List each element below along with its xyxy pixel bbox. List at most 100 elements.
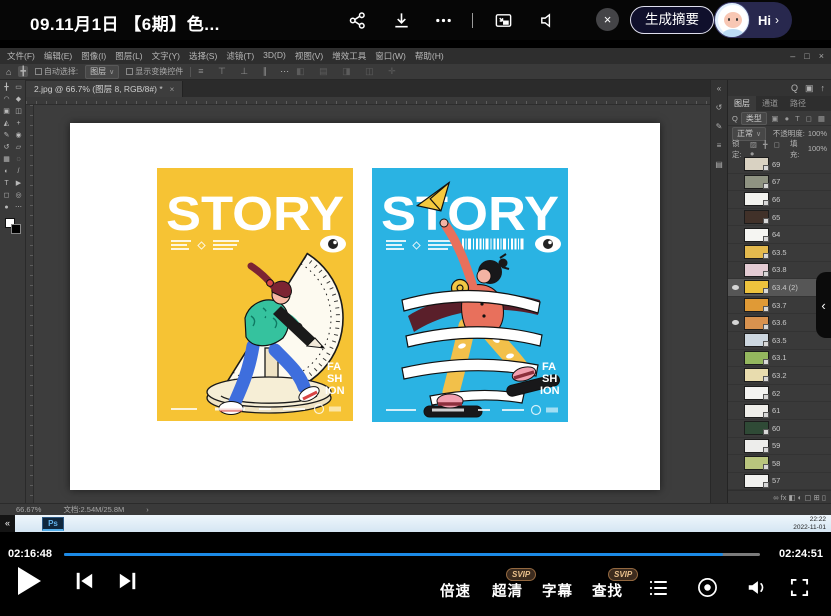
- taskbar-collapse-icon[interactable]: «: [0, 515, 15, 532]
- menu-item[interactable]: 窗口(W): [375, 50, 406, 62]
- quality-button[interactable]: 超清: [492, 580, 523, 601]
- menu-item[interactable]: 文件(F): [7, 50, 35, 62]
- filter-search-icon[interactable]: Q: [732, 114, 738, 123]
- eyedropper-tool-icon[interactable]: ◭: [1, 119, 12, 129]
- restore-icon[interactable]: □: [804, 48, 809, 64]
- fullscreen-icon[interactable]: [790, 578, 809, 597]
- visibility-toggle-icon[interactable]: [730, 176, 741, 187]
- menu-item[interactable]: 滤镜(T): [226, 50, 254, 62]
- share-panel-icon[interactable]: ↑: [821, 83, 826, 93]
- history-panel-icon[interactable]: ↺: [716, 103, 723, 112]
- auto-select-target-dropdown[interactable]: 图层∨: [85, 65, 119, 79]
- menu-item[interactable]: 帮助(H): [415, 50, 444, 62]
- layer-row[interactable]: 60: [728, 420, 831, 438]
- filter-kind-icons[interactable]: ▣ ● T ◻ ▦: [771, 114, 827, 123]
- auto-select-checkbox[interactable]: 自动选择:: [35, 66, 78, 77]
- menu-item[interactable]: 图层(L): [115, 50, 142, 62]
- layer-row[interactable]: 66: [728, 191, 831, 209]
- status-caret-icon[interactable]: ›: [146, 505, 149, 514]
- layer-row[interactable]: 69: [728, 156, 831, 174]
- hand-tool-icon[interactable]: ◎: [13, 191, 24, 201]
- blur-tool-icon[interactable]: ◌: [13, 155, 24, 165]
- menu-item[interactable]: 图像(I): [81, 50, 106, 62]
- type-tool-icon[interactable]: T: [1, 179, 12, 189]
- workspace-icon[interactable]: ▣: [805, 83, 814, 94]
- play-button[interactable]: [16, 566, 42, 596]
- layer-row[interactable]: 63.5: [728, 244, 831, 262]
- layer-row[interactable]: 57: [728, 473, 831, 490]
- picture-in-picture-icon[interactable]: [494, 11, 513, 30]
- more-align-icon[interactable]: ⋯: [280, 66, 289, 77]
- playlist-icon[interactable]: [648, 578, 668, 598]
- menu-item[interactable]: 选择(S): [189, 50, 217, 62]
- pen-tool-icon[interactable]: /: [13, 167, 24, 177]
- libraries-panel-icon[interactable]: ▤: [715, 160, 723, 169]
- visibility-toggle-icon[interactable]: [730, 247, 741, 258]
- side-panel-toggle[interactable]: ‹: [816, 272, 831, 338]
- visibility-toggle-icon[interactable]: [730, 458, 741, 469]
- mute-icon[interactable]: [538, 11, 557, 30]
- color-swatches[interactable]: [5, 218, 21, 234]
- close-icon[interactable]: ×: [819, 48, 824, 64]
- tab-paths[interactable]: 路径: [784, 96, 812, 111]
- visibility-toggle-icon[interactable]: [730, 300, 741, 311]
- shape-tool-icon[interactable]: ◻: [1, 191, 12, 201]
- opacity-value[interactable]: 100%: [808, 129, 827, 138]
- search-icon[interactable]: Q: [791, 83, 798, 93]
- share-icon[interactable]: [348, 11, 367, 30]
- layer-row[interactable]: 64: [728, 226, 831, 244]
- history-brush-tool-icon[interactable]: ↺: [1, 143, 12, 153]
- visibility-toggle-icon[interactable]: [730, 194, 741, 205]
- layer-row[interactable]: 63.5: [728, 332, 831, 350]
- visibility-toggle-icon[interactable]: [730, 440, 741, 451]
- volume-icon[interactable]: [746, 577, 768, 598]
- crop-tool-icon[interactable]: ▣: [1, 107, 12, 117]
- layer-row[interactable]: 61: [728, 402, 831, 420]
- properties-panel-icon[interactable]: ✎: [716, 122, 723, 131]
- speed-button[interactable]: 倍速: [440, 580, 471, 601]
- layer-row[interactable]: 59: [728, 438, 831, 456]
- previous-button[interactable]: [74, 571, 94, 591]
- menu-item[interactable]: 3D(D): [263, 50, 286, 62]
- visibility-toggle-icon[interactable]: [730, 264, 741, 275]
- layers-footer-icons[interactable]: ∞ fx ◧ ◐ ▢ ⊞ ▯: [773, 493, 826, 502]
- menu-item[interactable]: 文字(Y): [152, 50, 180, 62]
- generate-summary-button[interactable]: 生成摘要: [630, 6, 714, 34]
- clone-stamp-tool-icon[interactable]: ◉: [13, 131, 24, 141]
- zoom-level[interactable]: 66.67%: [16, 505, 41, 514]
- layer-row[interactable]: 65: [728, 209, 831, 227]
- progress-bar[interactable]: [64, 553, 760, 556]
- visibility-toggle-icon[interactable]: [730, 335, 741, 346]
- lock-icons[interactable]: ▨ ╋ ◻ ●: [750, 140, 787, 158]
- eraser-tool-icon[interactable]: ▱: [13, 143, 24, 153]
- assistant-close-icon[interactable]: ×: [596, 8, 619, 31]
- menu-item[interactable]: 编辑(E): [44, 50, 72, 62]
- layer-row[interactable]: 63.1: [728, 350, 831, 368]
- path-select-tool-icon[interactable]: ▶: [13, 179, 24, 189]
- visibility-toggle-icon[interactable]: [730, 229, 741, 240]
- show-transform-checkbox[interactable]: 显示变换控件: [126, 66, 183, 77]
- layer-row[interactable]: 63.2: [728, 367, 831, 385]
- frame-tool-icon[interactable]: ◫: [13, 107, 24, 117]
- menu-item[interactable]: 视图(V): [295, 50, 323, 62]
- layer-row[interactable]: 58: [728, 455, 831, 473]
- assistant-pill[interactable]: Hi ›: [714, 2, 792, 38]
- menu-item[interactable]: 增效工具: [332, 50, 366, 62]
- visibility-toggle-icon[interactable]: [730, 317, 741, 328]
- record-icon[interactable]: [697, 577, 718, 598]
- tab-close-icon[interactable]: ×: [170, 85, 175, 94]
- adjustments-panel-icon[interactable]: ≡: [717, 141, 722, 150]
- brush-tool-icon[interactable]: ✎: [1, 131, 12, 141]
- dodge-tool-icon[interactable]: ◐: [1, 167, 12, 177]
- taskbar-clock[interactable]: 22:22 2022-11-01: [793, 516, 831, 531]
- visibility-toggle-icon[interactable]: [730, 475, 741, 486]
- home-icon[interactable]: ⌂: [6, 67, 11, 77]
- download-icon[interactable]: [392, 11, 411, 30]
- background-color-swatch[interactable]: [11, 224, 21, 234]
- visibility-toggle-icon[interactable]: [730, 212, 741, 223]
- layer-row[interactable]: 67: [728, 174, 831, 192]
- fill-value[interactable]: 100%: [808, 144, 827, 153]
- gradient-tool-icon[interactable]: ▦: [1, 155, 12, 165]
- document-tab[interactable]: 2.jpg @ 66.7% (图层 8, RGB/8#) * ×: [26, 81, 183, 97]
- find-button[interactable]: 查找: [592, 580, 623, 601]
